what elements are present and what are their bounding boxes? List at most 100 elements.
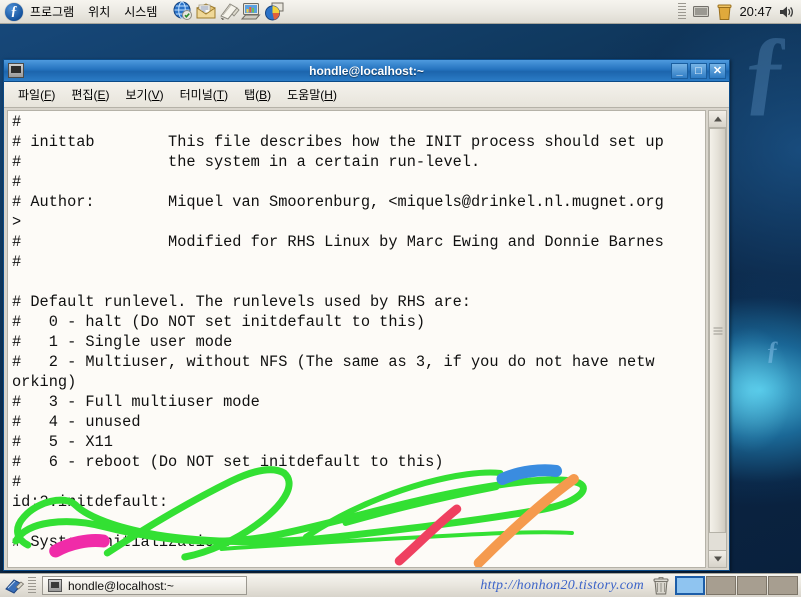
spreadsheet-chart-icon[interactable] xyxy=(264,1,286,22)
terminal-line: # Modified for RHS Linux by Marc Ewing a… xyxy=(12,233,664,251)
taskbar-grip-icon[interactable] xyxy=(28,576,36,595)
menu-view-key: V xyxy=(151,88,160,102)
menu-file[interactable]: 파일(F) xyxy=(10,83,63,106)
panel-menu-places[interactable]: 위치 xyxy=(81,1,117,22)
terminal-line: # xyxy=(12,113,22,131)
scrollbar-track[interactable] xyxy=(709,128,726,550)
menu-view[interactable]: 보기(V) xyxy=(118,83,172,106)
panel-menu-system[interactable]: 시스템 xyxy=(117,1,164,22)
menu-tabs-label: 탭( xyxy=(244,88,260,102)
menu-tabs[interactable]: 탭(B) xyxy=(236,83,279,106)
menu-edit[interactable]: 편집(E) xyxy=(63,83,117,106)
terminal-line: # 0 - halt (Do NOT set initdefault to th… xyxy=(12,313,426,331)
minimize-button[interactable]: _ xyxy=(671,62,688,79)
menu-terminal[interactable]: 터미널(T) xyxy=(172,83,236,106)
menu-help-key: H xyxy=(324,88,333,102)
display-icon[interactable] xyxy=(692,4,710,20)
window-menubar: 파일(F) 편집(E) 보기(V) 터미널(T) 탭(B) 도움말(H) xyxy=(4,82,729,108)
window-titlebar[interactable]: hondle@localhost:~ _ □ ✕ xyxy=(4,60,729,82)
menu-terminal-label: 터미널( xyxy=(179,88,217,102)
terminal-icon xyxy=(48,579,62,592)
workspace-1[interactable] xyxy=(675,576,705,595)
top-panel: ƒ 프로그램 위치 시스템 20:47 xyxy=(0,0,801,24)
fedora-wallpaper-logo-large: ƒ xyxy=(742,16,790,123)
show-desktop-icon[interactable] xyxy=(3,576,25,596)
menu-terminal-post: ) xyxy=(224,88,229,102)
maximize-icon: □ xyxy=(695,64,702,77)
terminal-line: # xyxy=(12,173,22,191)
clock[interactable]: 20:47 xyxy=(739,4,772,19)
menu-file-label: 파일( xyxy=(18,88,45,102)
email-client-icon[interactable] xyxy=(195,1,217,22)
menu-view-label: 보기( xyxy=(125,88,152,102)
terminal-line: # 5 - X11 xyxy=(12,433,113,451)
volume-icon[interactable] xyxy=(778,4,795,20)
presentation-icon[interactable] xyxy=(241,1,263,22)
bottom-taskbar: hondle@localhost:~ http://honhon20.tisto… xyxy=(0,573,801,597)
panel-launchers xyxy=(172,1,286,22)
scrollbar-thumb[interactable] xyxy=(709,128,726,534)
terminal-line: # xyxy=(12,473,22,491)
terminal-body: # # inittab This file describes how the I… xyxy=(4,108,729,570)
terminal-line: # inittab This file describes how the IN… xyxy=(12,133,664,151)
workspace-4[interactable] xyxy=(768,576,798,595)
taskbar-window-label: hondle@localhost:~ xyxy=(68,578,174,593)
fedora-logo-icon[interactable]: ƒ xyxy=(5,2,23,21)
taskbar-window-button[interactable]: hondle@localhost:~ xyxy=(42,576,247,595)
terminal-line: # Default runlevel. The runlevels used b… xyxy=(12,293,471,311)
panel-grip-icon[interactable] xyxy=(678,2,687,21)
workspace-2[interactable] xyxy=(706,576,736,595)
terminal-line: # xyxy=(12,253,22,271)
close-icon: ✕ xyxy=(712,64,723,77)
maximize-button[interactable]: □ xyxy=(690,62,707,79)
panel-menu-applications[interactable]: 프로그램 xyxy=(23,1,81,22)
terminal-line: id:3:initdefault: xyxy=(12,493,169,511)
terminal-line: # System initialization. xyxy=(12,533,233,551)
word-processor-icon[interactable] xyxy=(218,1,240,22)
minimize-icon: _ xyxy=(676,64,683,77)
menu-terminal-key: T xyxy=(216,88,225,102)
terminal-icon xyxy=(8,63,24,78)
window-title: hondle@localhost:~ xyxy=(309,63,424,78)
terminal-screen[interactable]: # # inittab This file describes how the I… xyxy=(7,110,706,568)
terminal-line: # 2 - Multiuser, without NFS (The same a… xyxy=(12,353,655,371)
scroll-down-icon xyxy=(713,556,722,562)
menu-file-post: ) xyxy=(51,88,56,102)
terminal-line: # 4 - unused xyxy=(12,413,141,431)
terminal-window[interactable]: hondle@localhost:~ _ □ ✕ 파일(F) 편집(E) 보기(… xyxy=(3,59,730,571)
terminal-line: # 3 - Full multiuser mode xyxy=(12,393,260,411)
scroll-up-icon xyxy=(713,116,722,122)
scroll-down-button[interactable] xyxy=(709,550,726,567)
menu-help-label: 도움말( xyxy=(287,88,325,102)
menu-tabs-post: ) xyxy=(267,88,272,102)
scroll-up-button[interactable] xyxy=(709,111,726,128)
menu-edit-post: ) xyxy=(105,88,110,102)
web-browser-icon[interactable] xyxy=(172,1,194,22)
terminal-line: # Author: Miquel van Smoorenburg, <mique… xyxy=(12,193,664,211)
scroll-grip-icon xyxy=(713,327,722,335)
trash-icon[interactable] xyxy=(652,576,670,595)
menu-edit-label: 편집( xyxy=(71,88,98,102)
trash-icon[interactable] xyxy=(716,3,733,21)
close-button[interactable]: ✕ xyxy=(709,62,726,79)
terminal-line: orking) xyxy=(12,373,77,391)
watermark-url: http://honhon20.tistory.com xyxy=(480,577,644,593)
menu-view-post: ) xyxy=(159,88,164,102)
terminal-line: # 6 - reboot (Do NOT set initdefault to … xyxy=(12,453,444,471)
terminal-line: > xyxy=(12,213,22,231)
terminal-scrollbar[interactable] xyxy=(708,110,727,568)
fedora-wallpaper-logo-small: ƒ xyxy=(766,336,779,365)
menu-edit-key: E xyxy=(97,88,106,102)
window-controls: _ □ ✕ xyxy=(671,62,729,79)
menu-help-post: ) xyxy=(332,88,337,102)
terminal-line: # 1 - Single user mode xyxy=(12,333,233,351)
terminal-text: # # inittab This file describes how the I… xyxy=(12,112,705,552)
terminal-line: # the system in a certain run-level. xyxy=(12,153,481,171)
menu-tabs-key: B xyxy=(259,88,268,102)
panel-tray: 20:47 xyxy=(678,2,801,21)
menu-help[interactable]: 도움말(H) xyxy=(279,83,345,106)
workspace-3[interactable] xyxy=(737,576,767,595)
workspace-switcher[interactable] xyxy=(675,576,798,595)
